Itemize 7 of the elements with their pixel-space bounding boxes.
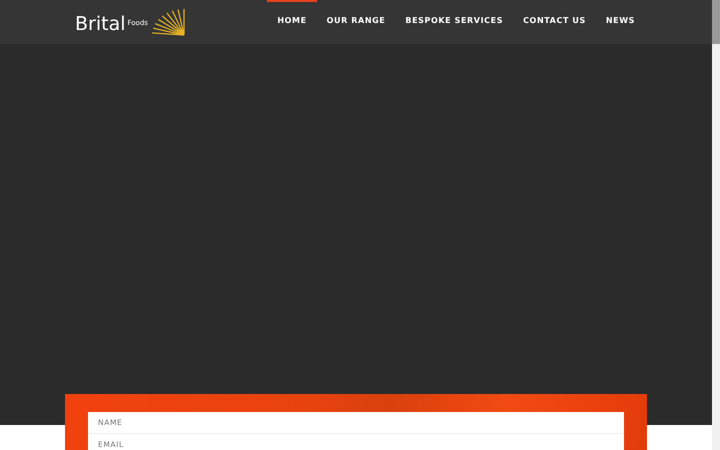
logo-text: Brital — [75, 13, 126, 35]
scrollbar[interactable] — [712, 0, 720, 450]
nav-link[interactable]: CONTACT US — [513, 0, 596, 44]
nav-link[interactable]: OUR RANGE — [316, 0, 396, 44]
sunburst-icon — [150, 7, 186, 37]
nav-link[interactable]: BESPOKE SERVICES — [395, 0, 514, 44]
nav-link[interactable]: NEWS — [596, 0, 645, 44]
